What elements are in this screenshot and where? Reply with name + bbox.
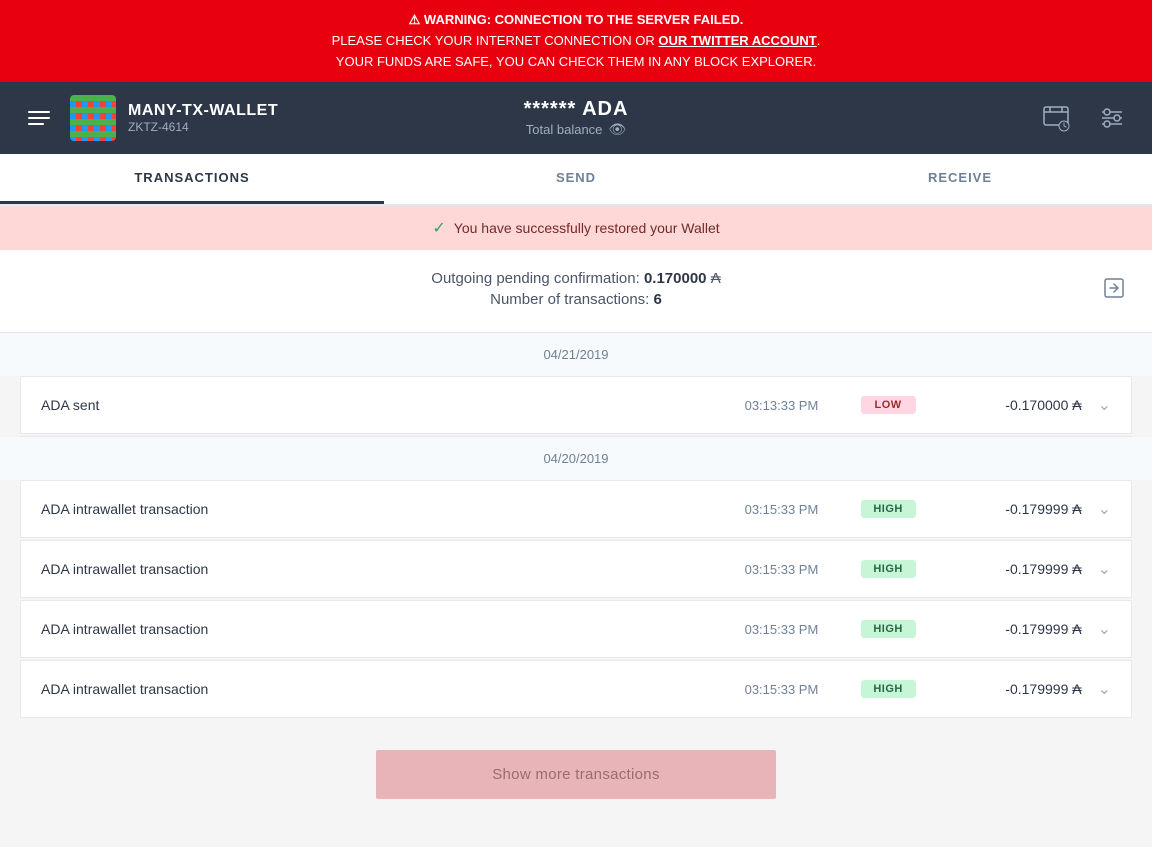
tx-badge-high: HIGH [861,560,916,578]
date-divider-2: 04/20/2019 [0,437,1152,480]
tx-badge-low: LOW [861,396,916,414]
chevron-down-icon[interactable]: ⌄ [1098,499,1111,519]
warning-line2: PLEASE CHECK YOUR INTERNET CONNECTION OR… [20,31,1132,52]
date-divider-1: 04/21/2019 [0,333,1152,376]
tx-amount: -0.179999 ₳ [932,681,1082,697]
tx-name: ADA intrawallet transaction [41,621,729,637]
tx-count: 6 [654,291,662,308]
warning-icon: ⚠ [409,12,421,27]
header-right [1036,98,1132,138]
tx-amount: -0.179999 ₳ [932,561,1082,577]
tx-time: 03:15:33 PM [745,502,845,517]
tx-badge-high: HIGH [861,620,916,638]
warning-title: ⚠ WARNING: CONNECTION TO THE SERVER FAIL… [20,10,1132,31]
warning-banner: ⚠ WARNING: CONNECTION TO THE SERVER FAIL… [0,0,1152,82]
tx-badge-high: HIGH [861,500,916,518]
twitter-link[interactable]: OUR TWITTER ACCOUNT [658,33,816,48]
wallet-info: MANY-TX-WALLET ZKTZ-4614 [128,102,278,134]
export-button[interactable] [1096,270,1132,312]
tx-time: 03:15:33 PM [745,622,845,637]
tx-amount: -0.179999 ₳ [932,501,1082,517]
header: MANY-TX-WALLET ZKTZ-4614 ****** ADA Tota… [0,82,1152,154]
summary-section: Outgoing pending confirmation: 0.170000 … [0,250,1152,333]
tx-badge-high: HIGH [861,680,916,698]
transaction-row: ADA sent 03:13:33 PM LOW -0.170000 ₳ ⌄ [20,376,1132,434]
tx-time: 03:15:33 PM [745,562,845,577]
wallet-avatar [70,95,116,141]
show-more-container: Show more transactions [0,720,1152,829]
ada-symbol: ₳ [711,270,721,287]
wallet-name: MANY-TX-WALLET [128,102,278,120]
tab-receive[interactable]: RECEIVE [768,154,1152,204]
transaction-row: ADA intrawallet transaction 03:15:33 PM … [20,540,1132,598]
balance-amount: ****** ADA [524,98,629,121]
tab-send[interactable]: SEND [384,154,768,204]
transaction-row: ADA intrawallet transaction 03:15:33 PM … [20,600,1132,658]
tx-name: ADA intrawallet transaction [41,501,729,517]
transaction-row: ADA intrawallet transaction 03:15:33 PM … [20,660,1132,718]
filter-icon[interactable] [1092,100,1132,136]
tx-name: ADA intrawallet transaction [41,561,729,577]
check-icon: ✓ [432,218,445,238]
pending-text: Outgoing pending confirmation: 0.170000 … [20,270,1132,287]
header-center: ****** ADA Total balance 👁 [524,98,629,138]
menu-icon[interactable] [20,103,58,133]
tx-name: ADA intrawallet transaction [41,681,729,697]
transaction-row: ADA intrawallet transaction 03:15:33 PM … [20,480,1132,538]
pending-amount: 0.170000 [644,270,707,287]
tx-time: 03:13:33 PM [745,398,845,413]
success-banner: ✓ You have successfully restored your Wa… [0,206,1152,250]
tx-time: 03:15:33 PM [745,682,845,697]
wallet-settings-icon[interactable] [1036,98,1076,138]
eye-icon[interactable]: 👁 [608,121,626,138]
header-left: MANY-TX-WALLET ZKTZ-4614 [20,95,278,141]
success-message: You have successfully restored your Wall… [454,220,720,236]
nav-tabs: TRANSACTIONS SEND RECEIVE [0,154,1152,206]
tx-count-text: Number of transactions: 6 [20,291,1132,308]
chevron-down-icon[interactable]: ⌄ [1098,679,1111,699]
tx-amount: -0.179999 ₳ [932,621,1082,637]
warning-line3: YOUR FUNDS ARE SAFE, YOU CAN CHECK THEM … [20,52,1132,73]
chevron-down-icon[interactable]: ⌄ [1098,619,1111,639]
tx-amount: -0.170000 ₳ [932,397,1082,413]
show-more-button[interactable]: Show more transactions [376,750,776,799]
chevron-down-icon[interactable]: ⌄ [1098,395,1111,415]
tab-transactions[interactable]: TRANSACTIONS [0,154,384,204]
chevron-down-icon[interactable]: ⌄ [1098,559,1111,579]
balance-label: Total balance 👁 [524,121,629,138]
tx-name: ADA sent [41,397,729,413]
wallet-id: ZKTZ-4614 [128,120,278,134]
